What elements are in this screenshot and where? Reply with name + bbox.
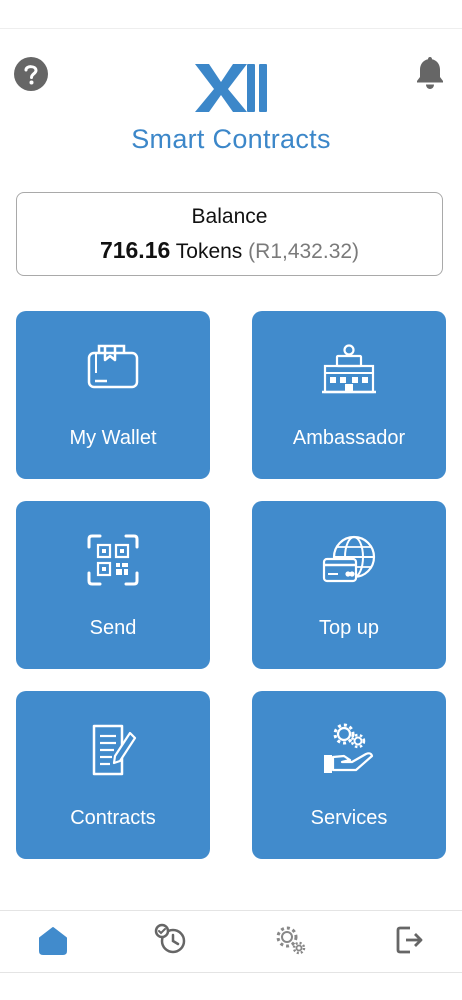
balance-fiat: (R1,432.32) [248,240,360,263]
ambassador-label: Ambassador [292,427,406,449]
contracts-button[interactable]: Contracts [16,691,210,859]
qr-code-icon [87,534,139,586]
document-pen-icon [92,724,137,776]
building-icon [322,344,376,394]
status-bar [0,0,462,29]
help-circle-icon[interactable] [14,57,48,91]
history-icon [154,923,186,954]
app-title: Smart Contracts [131,124,331,154]
my-wallet-label: My Wallet [69,427,157,449]
ambassador-button[interactable]: Ambassador [252,311,446,479]
contracts-label: Contracts [70,807,156,829]
nav-logout[interactable] [392,923,426,957]
bell-icon[interactable] [413,55,447,91]
balance-card: Balance 716.16 Tokens (R1,432.32) [16,192,443,276]
gears-hand-icon [324,723,374,773]
services-label: Services [310,807,388,829]
nav-home[interactable] [36,923,70,957]
balance-unit: Tokens [175,240,243,263]
my-wallet-button[interactable]: My Wallet [16,311,210,479]
balance-amount: 716.16 [99,237,171,263]
logout-icon [396,926,423,954]
send-button[interactable]: Send [16,501,210,669]
top-up-button[interactable]: Top up [252,501,446,669]
gears-icon [276,926,306,955]
services-button[interactable]: Services [252,691,446,859]
home-icon [39,927,67,955]
nav-settings[interactable] [273,923,307,957]
wallet-icon [87,344,139,389]
top-up-label: Top up [318,617,380,639]
balance-label: Balance [191,205,268,228]
nav-history[interactable] [154,923,188,957]
balance-line: 716.16 Tokens (R1,432.32) [17,237,442,264]
globe-card-icon [322,535,376,583]
bottom-navigation [0,910,462,973]
send-label: Send [89,617,137,639]
x11-logo [191,62,271,114]
